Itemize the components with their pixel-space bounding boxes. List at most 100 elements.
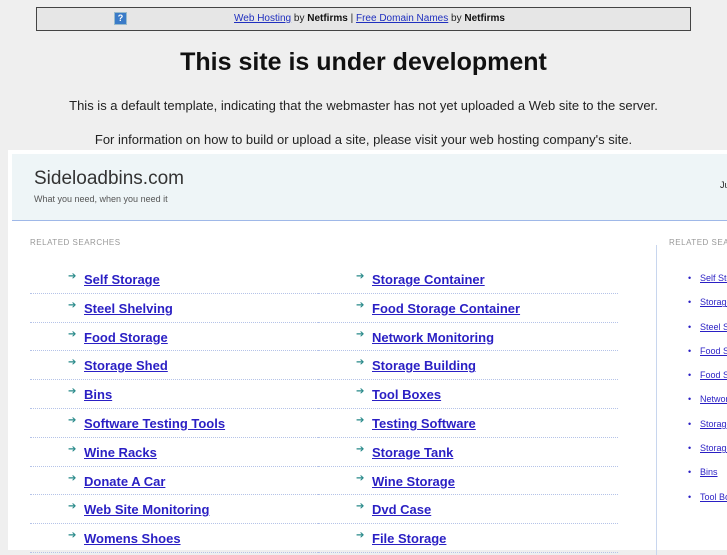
- side-item: • Food Storage Container: [688, 370, 727, 394]
- search-item: ➔ Testing Software: [318, 409, 618, 438]
- side-item: • Storage Container: [688, 297, 727, 321]
- bullet-icon: •: [688, 321, 692, 332]
- by-text: by: [451, 13, 462, 24]
- hosting-banner: ? Web Hosting by Netfirms | Free Domain …: [36, 7, 691, 31]
- site-header: Sideloadbins.com What you need, when you…: [12, 154, 727, 221]
- right-column: ➔ Storage Container ➔ Food Storage Containe…: [318, 265, 618, 553]
- search-link[interactable]: Testing Software: [372, 416, 476, 431]
- arrow-icon: ➔: [68, 530, 77, 542]
- search-link[interactable]: Web Site Monitoring: [84, 502, 209, 517]
- search-link[interactable]: Womens Shoes: [84, 531, 181, 546]
- side-link[interactable]: Storage Shed: [700, 419, 727, 429]
- search-link[interactable]: Steel Shelving: [84, 301, 173, 316]
- bullet-icon: •: [688, 443, 692, 454]
- side-link[interactable]: Bins: [700, 467, 718, 477]
- arrow-icon: ➔: [356, 414, 365, 426]
- arrow-icon: ➔: [356, 472, 365, 484]
- arrow-icon: ➔: [68, 386, 77, 398]
- divider: [656, 245, 657, 555]
- site-name: Sideloadbins.com: [34, 168, 184, 189]
- arrow-icon: ➔: [356, 299, 365, 311]
- bullet-icon: •: [688, 394, 692, 405]
- search-item: ➔ Food Storage: [30, 323, 330, 352]
- search-item: ➔ Storage Container: [318, 265, 618, 294]
- search-link[interactable]: Wine Storage: [372, 474, 455, 489]
- side-item: • Self Storage: [688, 273, 727, 297]
- arrow-icon: ➔: [356, 271, 365, 282]
- header-right-text: Ju: [720, 180, 727, 190]
- search-link[interactable]: Food Storage Container: [372, 301, 520, 316]
- side-link[interactable]: Storage Building: [700, 443, 727, 453]
- search-item: ➔ Storage Shed: [30, 351, 330, 381]
- info-text: For information on how to build or uploa…: [94, 132, 633, 147]
- side-link[interactable]: Self Storage: [700, 273, 727, 283]
- search-item: ➔ Network Monitoring: [318, 323, 618, 352]
- left-column: ➔ Self Storage ➔ Steel Shelving ➔ Food Storag…: [30, 265, 330, 553]
- bullet-icon: •: [688, 297, 692, 308]
- side-link[interactable]: Storage Container: [700, 297, 727, 307]
- search-link[interactable]: Self Storage: [84, 272, 160, 287]
- separator: |: [350, 13, 354, 24]
- site-tagline: What you need, when you need it: [34, 194, 168, 204]
- arrow-icon: ➔: [356, 357, 365, 369]
- search-link[interactable]: Software Testing Tools: [84, 416, 225, 431]
- search-item: ➔ File Storage: [318, 524, 618, 553]
- search-link[interactable]: File Storage: [372, 531, 446, 546]
- search-link[interactable]: Storage Tank: [372, 445, 453, 460]
- search-item: ➔ Storage Building: [318, 351, 618, 381]
- side-item: • Tool Boxes: [688, 492, 727, 516]
- side-link[interactable]: Food Storage: [700, 346, 727, 356]
- side-link[interactable]: Steel Shelving: [700, 322, 727, 332]
- search-item: ➔ Wine Storage: [318, 467, 618, 496]
- arrow-icon: ➔: [68, 357, 77, 369]
- arrow-icon: ➔: [68, 501, 77, 513]
- by-text: by: [293, 13, 305, 24]
- search-item: ➔ Web Site Monitoring: [30, 495, 330, 525]
- bullet-icon: •: [688, 273, 692, 283]
- search-item: ➔ Dvd Case: [318, 495, 618, 525]
- netfirms-brand: Netfirms: [464, 13, 505, 24]
- netfirms-brand: Netfirms: [307, 13, 348, 24]
- search-item: ➔ Donate A Car: [30, 467, 330, 496]
- search-link[interactable]: Network Monitoring: [372, 330, 494, 345]
- search-item: ➔ Software Testing Tools: [30, 409, 330, 438]
- arrow-icon: ➔: [356, 386, 365, 398]
- search-link[interactable]: Food Storage: [84, 330, 168, 345]
- search-item: ➔ Wine Racks: [30, 438, 330, 467]
- side-link[interactable]: Food Storage Container: [700, 370, 727, 380]
- arrow-icon: ➔: [68, 443, 77, 455]
- parked-page-frame: Sideloadbins.com What you need, when you…: [8, 150, 727, 555]
- arrow-icon: ➔: [68, 271, 77, 282]
- side-link[interactable]: Tool Boxes: [700, 492, 727, 502]
- search-link[interactable]: Storage Building: [372, 358, 476, 373]
- bullet-icon: •: [688, 491, 692, 502]
- search-link[interactable]: Donate A Car: [84, 474, 165, 489]
- arrow-icon: ➔: [356, 530, 365, 542]
- search-link[interactable]: Bins: [84, 387, 112, 402]
- search-item: ➔ Steel Shelving: [30, 294, 330, 323]
- side-item: • Storage Building: [688, 443, 727, 467]
- arrow-icon: ➔: [356, 443, 365, 455]
- bullet-icon: •: [688, 467, 692, 478]
- arrow-icon: ➔: [68, 328, 77, 340]
- search-item: ➔ Womens Shoes: [30, 524, 330, 553]
- search-link[interactable]: Dvd Case: [372, 502, 431, 517]
- intro-text: This is a default template, indicating t…: [69, 98, 658, 113]
- side-related-label: RELATED SEA: [669, 238, 727, 247]
- search-link[interactable]: Storage Shed: [84, 358, 168, 373]
- search-link[interactable]: Storage Container: [372, 272, 485, 287]
- search-link[interactable]: Wine Racks: [84, 445, 157, 460]
- search-item: ➔ Storage Tank: [318, 438, 618, 467]
- side-link[interactable]: Network Monitoring: [700, 394, 727, 404]
- arrow-icon: ➔: [68, 414, 77, 426]
- arrow-icon: ➔: [68, 472, 77, 484]
- search-item: ➔ Bins: [30, 380, 330, 409]
- related-searches-label: RELATED SEARCHES: [30, 238, 121, 247]
- side-item: • Food Storage: [688, 346, 727, 370]
- search-item: ➔ Self Storage: [30, 265, 330, 294]
- search-link[interactable]: Tool Boxes: [372, 387, 441, 402]
- search-item: ➔ Food Storage Container: [318, 294, 618, 323]
- free-domain-link[interactable]: Free Domain Names: [356, 13, 448, 24]
- web-hosting-link[interactable]: Web Hosting: [234, 13, 291, 24]
- side-item: • Network Monitoring: [688, 394, 727, 418]
